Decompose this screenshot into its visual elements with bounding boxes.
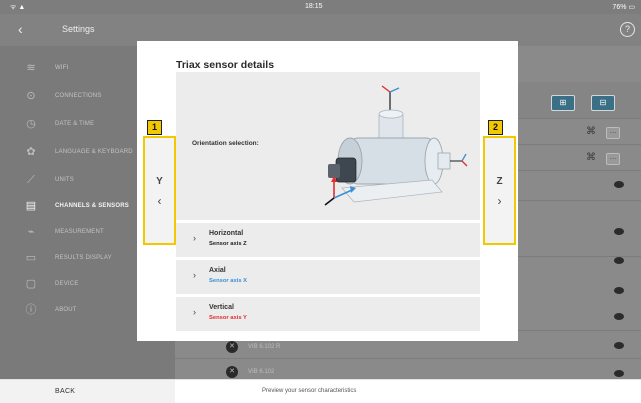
remove-icon[interactable]: ✕ (226, 366, 238, 378)
ruler-icon: ⟋ (27, 174, 35, 186)
sidebar-item-label: ABOUT (55, 307, 77, 313)
sidebar-item-label: CONNECTIONS (55, 93, 102, 99)
callout-badge: 1 (147, 120, 162, 135)
option-horizontal[interactable]: › Horizontal Sensor axis Z (176, 223, 480, 257)
list-item: VIB 6.102 (248, 369, 275, 375)
add-sensor-button[interactable]: ⊞ (551, 95, 575, 111)
add-channel-button[interactable]: ⊟ (591, 95, 615, 111)
sensor-body (349, 137, 435, 185)
previous-orientation-button[interactable]: Y ‹ (143, 136, 176, 245)
axis-line (461, 160, 468, 167)
visibility-icon[interactable] (614, 287, 624, 294)
sidebar-item-label: DATE & TIME (55, 121, 95, 127)
page-title: Settings (62, 24, 95, 34)
remove-icon[interactable]: ✕ (226, 341, 238, 353)
dialog-title: Triax sensor details (176, 59, 275, 71)
sidebar-item-label: WIFI (55, 65, 69, 71)
sidebar-item-label: LANGUAGE & KEYBOARD (55, 149, 133, 155)
device-icon: ▢ (25, 278, 37, 290)
axis-line (381, 85, 391, 93)
measurement-icon: ⌁ (27, 226, 35, 238)
option-name: Axial (209, 267, 226, 274)
option-name: Horizontal (209, 230, 244, 237)
visibility-icon[interactable] (614, 370, 624, 377)
divider (175, 358, 641, 359)
chevron-right-icon: › (193, 233, 196, 243)
language-icon: ✿ (26, 146, 36, 158)
visibility-icon[interactable] (614, 342, 624, 349)
sidebar-item-label: CHANNELS & SENSORS (55, 203, 129, 209)
connections-icon: ⊙ (26, 90, 36, 102)
axis-line (389, 87, 400, 93)
bottom-bar: BACK Preview your sensor characteristics (0, 379, 641, 403)
hint-text: Preview your sensor characteristics (262, 388, 357, 394)
status-bar: ᯤ ▲ 18:15 76% ▭ (0, 0, 641, 14)
sensor-group-icon: ⌘ (586, 126, 596, 137)
battery-indicator: 76% ▭ (612, 4, 635, 11)
option-axis: Sensor axis X (209, 278, 248, 284)
axis-line (324, 197, 335, 206)
sensor-tip (328, 164, 340, 178)
wifi-icon: ≋ (26, 62, 36, 74)
more-button[interactable]: … (606, 127, 620, 139)
option-vertical[interactable]: › Vertical Sensor axis Y (176, 297, 480, 331)
sidebar-item-label: RESULTS DISPLAY (55, 255, 112, 261)
axis-line (461, 153, 467, 162)
callout-badge: 2 (488, 120, 503, 135)
option-axial[interactable]: › Axial Sensor axis X (176, 260, 480, 294)
next-orientation-button[interactable]: Z › (483, 136, 516, 245)
visibility-icon[interactable] (614, 228, 624, 235)
sidebar-item-label: DEVICE (55, 281, 79, 287)
axis-label: Y (156, 176, 163, 187)
chevron-right-icon: › (193, 270, 196, 280)
orientation-label: Orientation selection: (192, 140, 259, 147)
option-axis: Sensor axis Y (209, 315, 247, 321)
channels-icon: ▤ (25, 200, 37, 212)
triax-sensor-image (324, 85, 468, 206)
sidebar-item-label: MEASUREMENT (55, 229, 104, 235)
results-icon: ▭ (25, 252, 37, 264)
visibility-icon[interactable] (614, 181, 624, 188)
sensor-group-icon: ⌘ (586, 152, 596, 163)
axis-label: Z (496, 176, 503, 187)
back-button[interactable]: BACK (0, 380, 175, 403)
clock-time: 18:15 (305, 3, 323, 10)
clock-icon: ◷ (26, 118, 36, 130)
sidebar-item-label: UNITS (55, 177, 74, 183)
sensor-body (437, 152, 451, 170)
chevron-left-icon: ‹ (157, 194, 162, 208)
help-icon[interactable]: ? (620, 22, 635, 37)
chevron-right-icon: › (497, 194, 502, 208)
sensor-body (378, 109, 404, 119)
option-name: Vertical (209, 304, 234, 311)
list-item: VIB 6.102 R (248, 344, 281, 350)
option-axis: Sensor axis Z (209, 241, 247, 247)
more-button[interactable]: … (606, 153, 620, 165)
back-chevron-icon[interactable]: ‹ (18, 21, 23, 37)
signal-icon: ᯤ ▲ (10, 4, 26, 11)
chevron-right-icon: › (193, 307, 196, 317)
visibility-icon[interactable] (614, 257, 624, 264)
visibility-icon[interactable] (614, 313, 624, 320)
info-icon: ⓘ (25, 304, 37, 316)
